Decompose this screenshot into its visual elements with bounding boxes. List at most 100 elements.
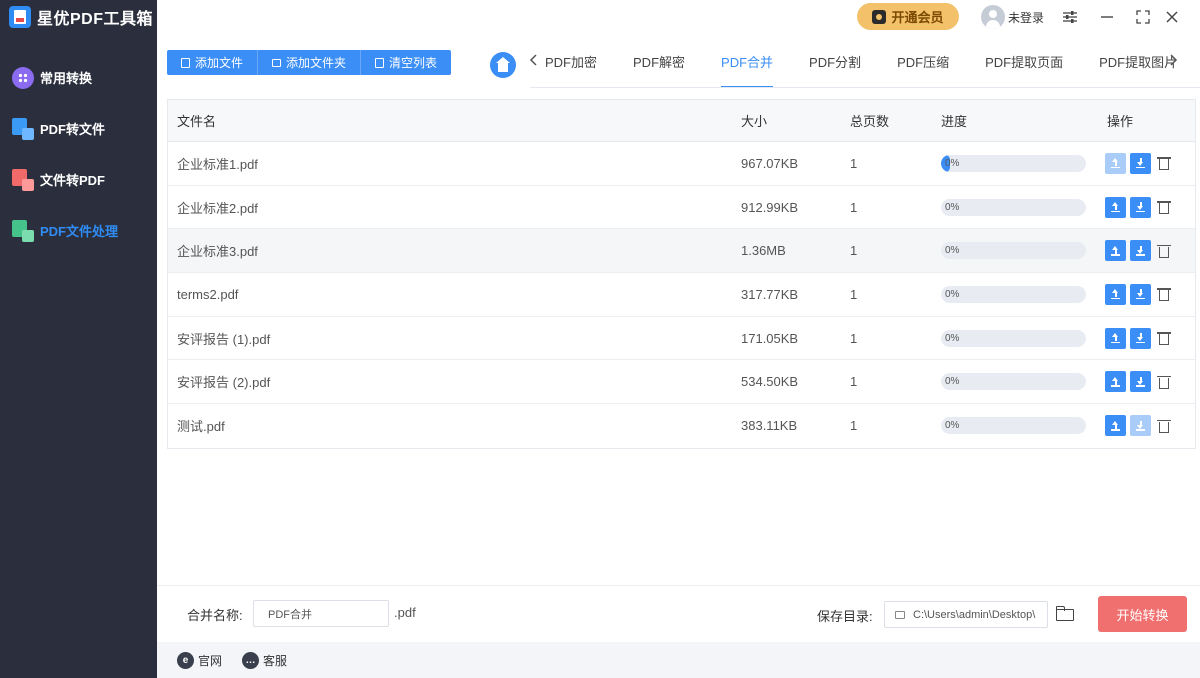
- browse-folder-icon[interactable]: [1056, 606, 1074, 621]
- maximize-icon[interactable]: [1132, 6, 1154, 28]
- tab-pdf-extract-images[interactable]: PDF提取图片: [1099, 54, 1177, 88]
- table-row[interactable]: 企业标准2.pdf 912.99KB 1 0%: [168, 186, 1195, 230]
- save-dir-field[interactable]: C:\Users\admin\Desktop\: [884, 601, 1048, 628]
- home-button[interactable]: [490, 52, 516, 78]
- file-name: 企业标准3.pdf: [177, 244, 258, 260]
- app-brand: 星优PDF工具箱: [0, 0, 157, 34]
- login-button[interactable]: 未登录: [981, 5, 1044, 29]
- sidebar-nav: 常用转换 PDF转文件 文件转PDF PDF文件处理: [0, 52, 157, 256]
- move-up-button[interactable]: [1105, 240, 1126, 262]
- pdf-process-icon: [12, 219, 34, 242]
- vip-button[interactable]: 开通会员: [857, 3, 959, 30]
- file-size: 912.99KB: [741, 199, 799, 215]
- trash-icon: [375, 57, 385, 68]
- tab-pdf-encrypt[interactable]: PDF加密: [545, 54, 597, 88]
- close-icon[interactable]: [1161, 6, 1183, 28]
- sidebar-item-label: PDF文件处理: [40, 224, 119, 239]
- sidebar-item-common-convert[interactable]: 常用转换: [0, 52, 157, 103]
- actions-cell: [1105, 283, 1195, 305]
- website-link[interactable]: e 官网: [177, 651, 223, 669]
- move-down-button[interactable]: [1130, 283, 1151, 305]
- sidebar-item-file-to-pdf[interactable]: 文件转PDF: [0, 154, 157, 205]
- header-pages: 总页数: [850, 114, 890, 129]
- start-convert-button[interactable]: 开始转换: [1098, 596, 1187, 632]
- tabs-prev-arrow[interactable]: [529, 53, 539, 72]
- table-row[interactable]: 安评报告 (2).pdf 534.50KB 1 0%: [168, 360, 1195, 405]
- merge-name-input[interactable]: [253, 600, 389, 627]
- move-up-button[interactable]: [1105, 371, 1126, 393]
- file-table: 文件名 大小 总页数 进度 操作 企业标准1.pdf 967.07KB 1 0% 企业标…: [167, 99, 1196, 449]
- actions-cell: [1105, 152, 1195, 174]
- arrow-down-icon: [1136, 202, 1145, 213]
- header-progress: 进度: [941, 114, 968, 129]
- tab-pdf-extract-pages[interactable]: PDF提取页面: [985, 54, 1063, 88]
- crown-icon: [872, 9, 887, 24]
- delete-trash-icon[interactable]: [1157, 199, 1171, 215]
- move-down-button[interactable]: [1130, 371, 1151, 393]
- move-down-button[interactable]: [1130, 152, 1151, 174]
- progress-text: 0%: [945, 420, 960, 432]
- progress-text: 0%: [945, 201, 960, 213]
- file-name: terms2.pdf: [177, 286, 239, 302]
- delete-trash-icon[interactable]: [1157, 243, 1171, 259]
- home-icon: [496, 56, 510, 72]
- service-link[interactable]: … 客服: [242, 651, 287, 669]
- table-row[interactable]: 测试.pdf 383.11KB 1 0%: [168, 404, 1195, 448]
- table-row[interactable]: 企业标准3.pdf 1.36MB 1 0%: [168, 229, 1195, 274]
- file-icon: [181, 57, 190, 68]
- delete-trash-icon[interactable]: [1157, 374, 1171, 390]
- delete-trash-icon[interactable]: [1157, 418, 1171, 434]
- delete-trash-icon[interactable]: [1157, 155, 1171, 171]
- clear-list-label: 清空列表: [389, 56, 438, 70]
- vip-label: 开通会员: [891, 10, 944, 25]
- move-up-button[interactable]: [1105, 283, 1126, 305]
- progress-cell: 0%: [941, 242, 1105, 260]
- table-row[interactable]: 安评报告 (1).pdf 171.05KB 1 0%: [168, 317, 1195, 361]
- add-folder-label: 添加文件夹: [286, 56, 347, 70]
- arrow-up-icon: [1111, 245, 1120, 256]
- progress-text: 0%: [945, 332, 960, 344]
- minimize-icon[interactable]: [1096, 6, 1118, 28]
- move-up-button[interactable]: [1105, 152, 1126, 174]
- website-label: 官网: [198, 653, 223, 668]
- tab-pdf-split[interactable]: PDF分割: [809, 54, 861, 88]
- move-up-button[interactable]: [1105, 415, 1126, 437]
- progress-bar: 0%: [941, 329, 1086, 347]
- file-action-group: 添加文件 添加文件夹 清空列表: [167, 50, 452, 75]
- tab-pdf-decrypt[interactable]: PDF解密: [633, 54, 685, 88]
- table-row[interactable]: 企业标准1.pdf 967.07KB 1 0%: [168, 142, 1195, 186]
- footer: e 官网 … 客服: [157, 642, 1200, 678]
- move-down-button[interactable]: [1130, 240, 1151, 262]
- move-up-button[interactable]: [1105, 327, 1126, 349]
- move-down-button[interactable]: [1130, 415, 1151, 437]
- progress-bar: 0%: [941, 285, 1086, 303]
- file-name: 企业标准2.pdf: [177, 200, 258, 216]
- chat-icon: …: [242, 651, 260, 669]
- arrow-down-icon: [1136, 376, 1145, 387]
- clear-list-button[interactable]: 清空列表: [361, 50, 451, 75]
- delete-trash-icon[interactable]: [1157, 286, 1171, 302]
- progress-bar: 0%: [941, 198, 1086, 216]
- tab-pdf-compress[interactable]: PDF压缩: [897, 54, 949, 88]
- table-row[interactable]: terms2.pdf 317.77KB 1 0%: [168, 273, 1195, 317]
- app-title: 星优PDF工具箱: [37, 11, 154, 28]
- header-filename: 文件名: [177, 114, 217, 129]
- move-down-button[interactable]: [1130, 196, 1151, 218]
- delete-trash-icon[interactable]: [1157, 330, 1171, 346]
- tabs-next-arrow[interactable]: [1168, 53, 1178, 72]
- tab-pdf-merge[interactable]: PDF合并: [721, 54, 774, 88]
- add-folder-button[interactable]: 添加文件夹: [258, 50, 362, 75]
- tabs-divider: [530, 87, 1200, 88]
- file-to-pdf-icon: [12, 168, 34, 191]
- move-up-button[interactable]: [1105, 196, 1126, 218]
- add-file-button[interactable]: 添加文件: [167, 50, 259, 75]
- settings-sliders-icon[interactable]: [1059, 6, 1081, 28]
- table-body: 企业标准1.pdf 967.07KB 1 0% 企业标准2.pdf 912.99KB 1 0%…: [168, 142, 1195, 448]
- arrow-up-icon: [1111, 376, 1120, 387]
- save-dir-label: 保存目录:: [817, 609, 873, 624]
- sidebar-item-pdf-to-file[interactable]: PDF转文件: [0, 103, 157, 154]
- bottom-bar: 合并名称: .pdf 保存目录: C:\Users\admin\Desktop\…: [157, 585, 1200, 642]
- sidebar-item-pdf-process[interactable]: PDF文件处理: [0, 205, 157, 256]
- file-name: 安评报告 (1).pdf: [177, 331, 271, 347]
- move-down-button[interactable]: [1130, 327, 1151, 349]
